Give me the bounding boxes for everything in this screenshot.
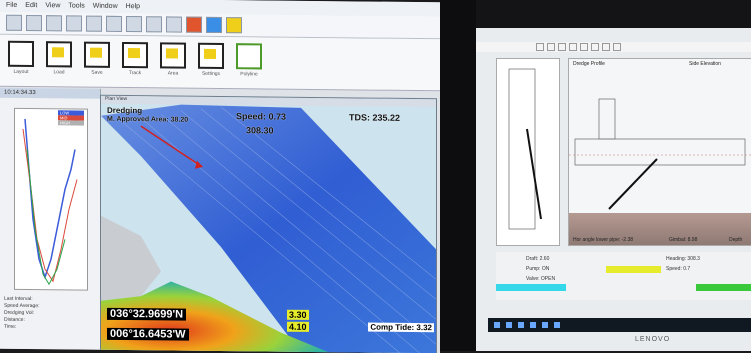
status-heading: Heading: 308.3 bbox=[666, 256, 700, 262]
ribbon-load-button[interactable]: Load bbox=[46, 41, 72, 75]
plan-view-window[interactable]: Plan View Dredging M. Approved Area: 38.… bbox=[100, 94, 437, 353]
tool-icon[interactable] bbox=[558, 43, 566, 51]
menu-edit[interactable]: Edit bbox=[25, 1, 37, 8]
pan-icon[interactable] bbox=[126, 16, 142, 33]
palette-icon-2[interactable] bbox=[206, 16, 222, 34]
palette-icon-3[interactable] bbox=[226, 17, 242, 34]
palette-icon[interactable] bbox=[186, 16, 202, 33]
history-graph bbox=[14, 107, 88, 291]
settings-icon bbox=[198, 42, 224, 70]
status-yellow-field bbox=[606, 266, 661, 273]
depth-caption: Depth bbox=[729, 237, 743, 243]
tool-icon[interactable] bbox=[569, 43, 577, 51]
grid-icon[interactable] bbox=[166, 16, 182, 33]
load-icon bbox=[46, 41, 72, 68]
menu-file[interactable]: File bbox=[6, 1, 17, 8]
history-graph-title: 10:14:34.33 bbox=[0, 87, 100, 99]
tool-icon[interactable] bbox=[580, 43, 588, 51]
history-series-red bbox=[22, 128, 78, 283]
menu-help[interactable]: Help bbox=[126, 3, 140, 10]
track-icon bbox=[122, 41, 148, 69]
status-speed: Speed: 0.7 bbox=[666, 266, 691, 272]
zoom-in-icon[interactable] bbox=[86, 15, 102, 32]
tool-icon[interactable] bbox=[536, 43, 544, 51]
right-monitor-screen: Dredge Profile Side Elevation Hor angle … bbox=[476, 28, 751, 351]
menu-view[interactable]: View bbox=[45, 2, 60, 9]
vessel-hull bbox=[574, 138, 746, 166]
elevation-svg bbox=[508, 68, 542, 230]
history-graph-svg bbox=[22, 118, 78, 286]
ribbon-save-button[interactable]: Save bbox=[84, 41, 110, 76]
status-valve: Valve: OPEN bbox=[526, 276, 556, 282]
right-toolbar bbox=[476, 42, 751, 52]
layers-icon[interactable] bbox=[146, 16, 162, 33]
monitor-brand-logo: LENOVO bbox=[635, 336, 671, 343]
ribbon-layout-button[interactable]: Layout bbox=[8, 40, 34, 75]
monitor-top-frame bbox=[476, 0, 751, 28]
menu-window[interactable]: Window bbox=[93, 2, 118, 9]
tool-icon[interactable] bbox=[591, 43, 599, 51]
ribbon: Layout Load Save Track Area Settings Pol… bbox=[0, 34, 440, 92]
status-draft: Draft: 2.60 bbox=[526, 256, 550, 262]
taskbar bbox=[488, 318, 751, 332]
open-icon[interactable] bbox=[26, 14, 42, 32]
taskbar-app-icon[interactable] bbox=[554, 322, 560, 328]
taskbar-app-icon[interactable] bbox=[542, 322, 548, 328]
depth-readout-a: 3.30 bbox=[287, 309, 309, 320]
ladder-line bbox=[526, 128, 542, 220]
profile-panel: Dredge Profile Side Elevation Hor angle … bbox=[568, 58, 751, 246]
left-monitor-screen: File Edit View Tools Window Help Layout … bbox=[0, 0, 440, 353]
gimbal-caption: Gimbal: 8.98 bbox=[669, 237, 698, 243]
tds-readout: TDS: 235.22 bbox=[349, 112, 401, 123]
layout-icon bbox=[8, 40, 34, 68]
history-graph-pane: 10:14:34.33 LOW MID HIGH Last Interval: … bbox=[0, 87, 101, 350]
history-legend: LOW MID HIGH bbox=[58, 110, 84, 126]
taskbar-app-icon[interactable] bbox=[530, 322, 536, 328]
menu-tools[interactable]: Tools bbox=[68, 2, 84, 9]
mode-label: Dredging bbox=[107, 105, 143, 116]
deckhouse bbox=[598, 98, 616, 140]
approved-area-label: M. Approved Area: 38.20 bbox=[107, 115, 189, 124]
comp-tide-readout: Comp Tide: 3.32 bbox=[368, 322, 434, 333]
elevation-panel bbox=[496, 58, 560, 246]
save-icon[interactable] bbox=[46, 15, 62, 32]
polyline-icon bbox=[236, 43, 262, 70]
heading-readout: 308.30 bbox=[246, 125, 274, 136]
info-line: Time: bbox=[4, 323, 17, 330]
tool-icon[interactable] bbox=[547, 43, 555, 51]
land-grey bbox=[101, 215, 161, 301]
legend-high: HIGH bbox=[58, 120, 84, 126]
ribbon-track-button[interactable]: Track bbox=[122, 41, 148, 76]
zoom-out-icon[interactable] bbox=[106, 15, 122, 32]
area-icon bbox=[160, 42, 186, 69]
longitude-readout: 006°16.6453'W bbox=[107, 327, 189, 341]
print-icon[interactable] bbox=[66, 15, 82, 32]
status-grid: Draft: 2.60 Pump: ON Valve: OPEN Heading… bbox=[496, 252, 751, 300]
status-cyan-field bbox=[496, 284, 566, 291]
new-icon[interactable] bbox=[6, 14, 22, 31]
depth-readout-b: 4.10 bbox=[287, 321, 309, 332]
tool-icon[interactable] bbox=[602, 43, 610, 51]
ribbon-settings-button[interactable]: Settings bbox=[198, 42, 224, 77]
pipe-angle-caption: Hor angle lower pipe: -2.38 bbox=[573, 237, 634, 243]
start-icon[interactable] bbox=[494, 322, 500, 328]
tool-icon[interactable] bbox=[613, 43, 621, 51]
taskbar-app-icon[interactable] bbox=[506, 322, 512, 328]
latitude-readout: 036°32.9699'N bbox=[107, 307, 187, 321]
ribbon-area-button[interactable]: Area bbox=[160, 42, 186, 77]
taskbar-app-icon[interactable] bbox=[518, 322, 524, 328]
speed-readout: Speed: 0.73 bbox=[236, 111, 287, 122]
history-info: Last Interval: Speed Average: Dredging V… bbox=[4, 296, 40, 331]
status-green-field bbox=[696, 284, 751, 291]
suction-pipe bbox=[608, 158, 658, 210]
save-ribbon-icon bbox=[84, 41, 110, 68]
ribbon-polyline-button[interactable]: Polyline bbox=[236, 43, 262, 77]
monitor-bezel bbox=[440, 0, 476, 351]
status-pump: Pump: ON bbox=[526, 266, 550, 272]
